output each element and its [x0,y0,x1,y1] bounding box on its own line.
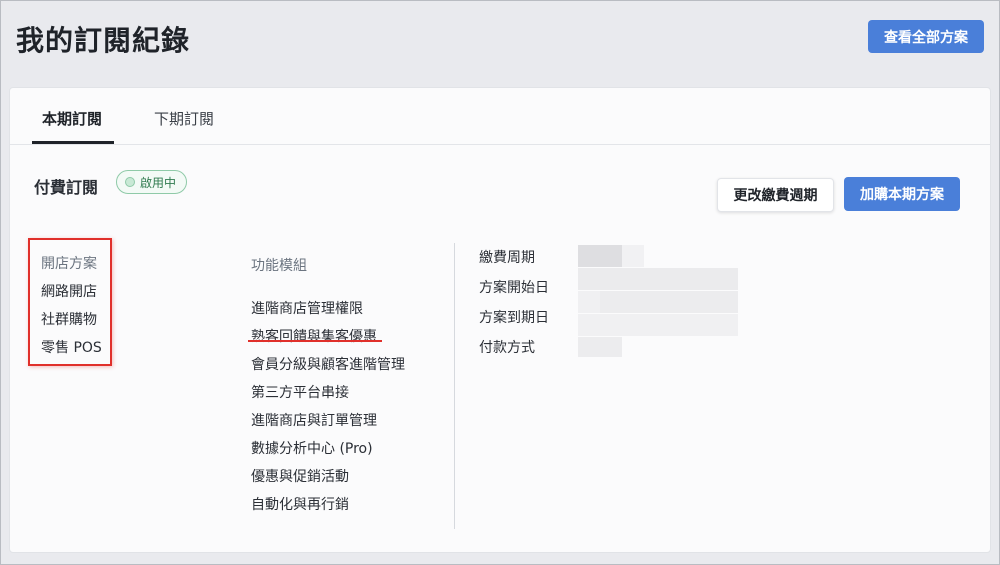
module-item: 優惠與促銷活動 [251,469,349,485]
module-item: 進階商店管理權限 [251,301,363,317]
modules-label: 功能模組 [251,258,307,274]
store-plan-item: 社群購物 [41,312,97,328]
status-badge: 啟用中 [116,170,188,194]
module-item: 第三方平台串接 [251,385,349,401]
store-plan-item: 網路開店 [41,284,97,300]
tab-next-period[interactable]: 下期訂閱 [154,108,214,129]
module-highlight-underline [248,340,382,342]
plan-start-label: 方案開始日 [479,280,549,296]
active-tab-indicator [32,141,114,144]
add-plan-button[interactable]: 加購本期方案 [844,177,960,211]
section-title: 付費訂閱 [34,178,99,197]
module-item: 進階商店與訂單管理 [251,413,377,429]
status-dot-icon [125,177,135,187]
page-title: 我的訂閱紀錄 [16,24,191,57]
column-divider [454,243,455,529]
module-item: 熟客回饋與集客優惠 [251,329,377,345]
payment-method-label: 付款方式 [479,340,535,356]
module-item: 數據分析中心 (Pro) [251,441,373,457]
module-item: 自動化與再行銷 [251,497,349,513]
module-item: 會員分級與顧客進階管理 [251,357,405,373]
tab-bar: 本期訂閱 下期訂閱 [10,88,990,145]
status-label: 啟用中 [140,175,177,190]
plan-end-label: 方案到期日 [479,310,549,326]
view-all-plans-button[interactable]: 查看全部方案 [868,20,984,53]
subscription-card: 本期訂閱 下期訂閱 付費訂閱 啟用中 更改繳費週期 加購本期方案 開店方案 網路… [9,87,991,553]
store-plan-item: 零售 POS [41,340,102,356]
tab-current-period[interactable]: 本期訂閱 [42,108,102,129]
change-billing-cycle-button[interactable]: 更改繳費週期 [717,178,834,212]
store-plan-label: 開店方案 [41,256,97,272]
billing-cycle-label: 繳費周期 [479,250,535,266]
